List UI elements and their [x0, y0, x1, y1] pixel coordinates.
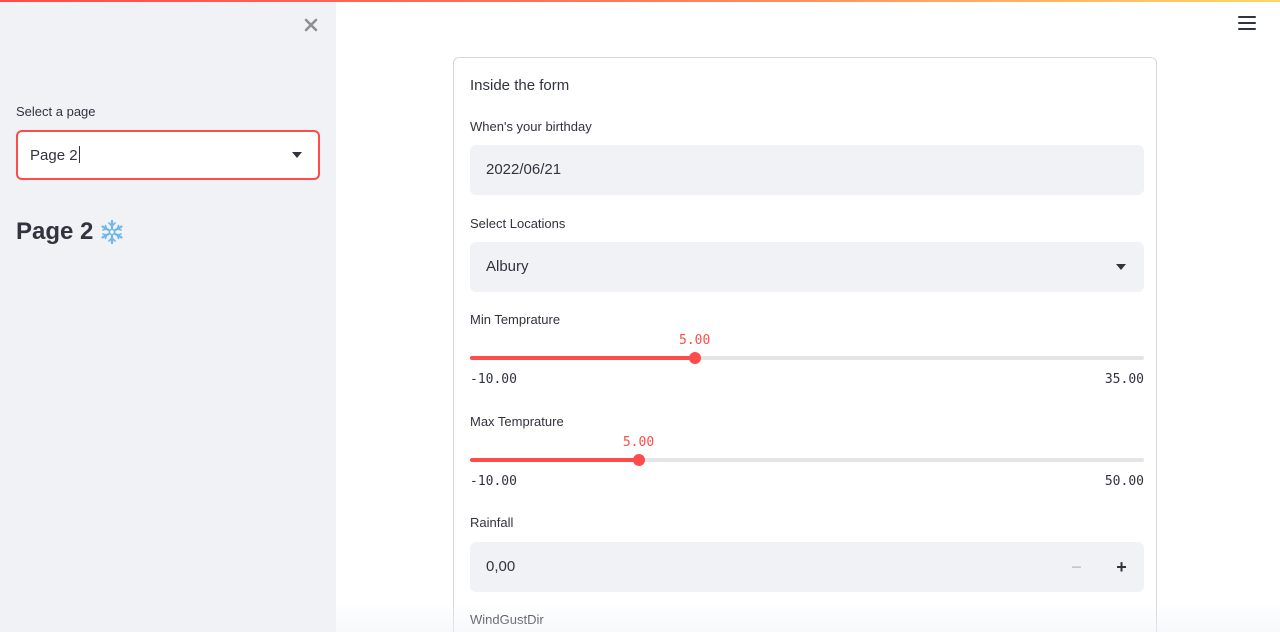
rainfall-number-input[interactable]: 0,00 − +	[470, 542, 1144, 592]
rainfall-value: 0,00	[486, 558, 516, 575]
slider-min-label: -10.00	[470, 474, 517, 489]
slider-max-label: 35.00	[1104, 372, 1144, 387]
close-sidebar-button[interactable]	[300, 14, 322, 36]
text-cursor	[78, 146, 80, 163]
max-temp-slider[interactable]: 5.00 -10.00 50.00	[470, 435, 1144, 502]
page-heading-text: Page 2	[16, 218, 94, 245]
birthday-label: When's your birthday	[470, 119, 592, 134]
locations-label: Select Locations	[470, 216, 566, 231]
birthday-date-input[interactable]: 2022/06/21	[470, 145, 1144, 195]
locations-select[interactable]: Albury	[470, 242, 1144, 292]
slider-fill	[470, 356, 695, 360]
increment-button[interactable]: +	[1099, 542, 1144, 592]
sidebar: Select a page Page 2 Page 2	[0, 0, 336, 632]
top-decoration-bar	[0, 0, 1280, 2]
chevron-down-icon	[1116, 264, 1126, 270]
slider-value: 5.00	[622, 435, 655, 450]
slider-min-label: -10.00	[470, 372, 517, 387]
page-heading: Page 2	[16, 218, 125, 246]
slider-fill	[470, 458, 639, 462]
rainfall-label: Rainfall	[470, 515, 514, 530]
form-container: Inside the form When's your birthday 202…	[453, 57, 1157, 632]
snowflake-icon	[101, 219, 123, 245]
windgustdir-label: WindGustDir	[470, 612, 544, 627]
slider-max-label: 50.00	[1104, 474, 1144, 489]
form-title: Inside the form	[470, 77, 570, 94]
min-temp-label: Min Temprature	[470, 312, 561, 327]
max-temp-label: Max Temprature	[470, 414, 564, 429]
hamburger-menu-icon-line	[1238, 22, 1256, 24]
main-menu-button[interactable]	[1238, 16, 1256, 32]
slider-thumb[interactable]	[688, 352, 701, 364]
rainfall-stepper: − +	[1054, 542, 1144, 592]
hamburger-menu-icon-line	[1238, 28, 1256, 30]
select-page-label: Select a page	[16, 104, 96, 119]
locations-value: Albury	[486, 258, 529, 275]
slider-value: 5.00	[679, 333, 711, 348]
birthday-value: 2022/06/21	[486, 161, 562, 178]
hamburger-menu-icon	[1238, 16, 1256, 18]
decrement-button[interactable]: −	[1054, 542, 1099, 592]
close-icon	[304, 18, 318, 32]
min-temp-slider[interactable]: 5.00 -10.00 35.00	[470, 333, 1144, 400]
chevron-down-icon	[292, 152, 302, 158]
slider-thumb[interactable]	[632, 454, 645, 466]
page-select-value: Page 2	[30, 146, 80, 164]
page-select[interactable]: Page 2	[16, 130, 320, 180]
